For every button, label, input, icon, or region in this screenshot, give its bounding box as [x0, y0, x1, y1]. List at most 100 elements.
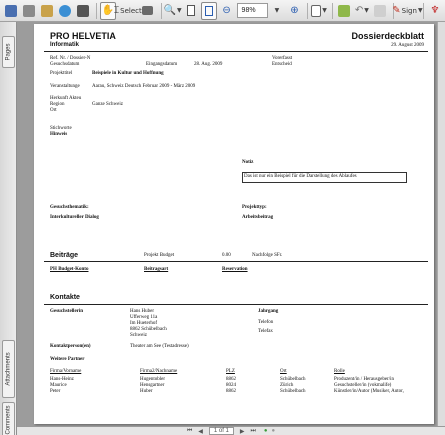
acrobat-button[interactable]: ♆: [427, 2, 443, 20]
magnifier-icon: 🔍: [163, 5, 176, 16]
hand-icon: ✋: [101, 5, 114, 16]
dept-name: Informatik: [50, 42, 80, 48]
chevron-down-icon: ▼: [274, 7, 280, 14]
snapshot-button[interactable]: [140, 2, 156, 20]
zoom-out-button[interactable]: ⊖: [219, 2, 235, 20]
comment-button[interactable]: [336, 2, 352, 20]
notiz-label: Notiz: [242, 160, 254, 165]
sign-label: Sign: [401, 6, 417, 15]
telefon-label: Telefon: [258, 320, 274, 325]
region-label: Region: [50, 102, 65, 107]
comment-icon: [337, 4, 350, 17]
cursor-icon: ⌶: [113, 5, 120, 16]
prev-page-icon[interactable]: ◀: [198, 428, 203, 435]
partner-cell: Künstler/in/Autor (Musiker, Autor,: [334, 389, 404, 394]
tab-pages[interactable]: Pages: [2, 36, 15, 68]
acrobat-icon: ♆: [430, 5, 440, 16]
partner-col-header: PLZ: [226, 369, 235, 374]
find-button[interactable]: [75, 2, 91, 20]
veranstaltunge-value: Aarau, Schweiz Deutsch Februar 2009 - Mä…: [92, 84, 196, 89]
forward-icon[interactable]: ●: [272, 428, 276, 434]
tab-attachments-label: Attachments: [5, 352, 12, 386]
gesuchsthematik-label: Gesuchsthematik:: [50, 205, 89, 210]
region-value: Ganze Schweiz: [92, 102, 123, 107]
tab-attachments[interactable]: Attachments: [2, 340, 15, 398]
projekttitel-label: Projekttitel: [50, 71, 73, 76]
save-button[interactable]: [3, 2, 19, 20]
email-icon: [41, 4, 53, 17]
undo-icon: ↶: [354, 5, 364, 16]
page-layout-icon: [311, 4, 322, 17]
select-tool-button[interactable]: ⌶ Select: [114, 2, 142, 20]
notiz-value: Das ist nur ein Beispiel für die Darstel…: [244, 174, 357, 179]
document-page: PRO HELVETIA Informatik Dossierdeckblatt…: [34, 24, 434, 424]
interkultureller-label: Interkultureller Dialog: [50, 215, 99, 220]
toolbar-separator: [423, 2, 425, 19]
partner-cell: 8862: [226, 389, 236, 394]
tab-comments-box[interactable]: Comments: [2, 402, 15, 435]
back-icon[interactable]: ●: [264, 428, 268, 434]
gesuchstellerin-line: 8862 Schübelbach: [130, 327, 167, 332]
ref-label: Ref. Nr. / Dossier-N: [50, 56, 91, 61]
next-page-icon[interactable]: ▶: [240, 428, 245, 435]
partner-cell: Schübelbach: [280, 389, 306, 394]
page-indicator[interactable]: 1 of 1: [208, 427, 234, 435]
undo-button[interactable]: ↶ ▼: [354, 2, 370, 20]
clipboard-button[interactable]: [372, 2, 388, 20]
chevron-down-icon: ▼: [322, 7, 327, 14]
email-button[interactable]: [39, 2, 55, 20]
save-icon: [5, 4, 17, 17]
zoom-in-button[interactable]: ⊕: [286, 2, 302, 20]
gesuchstellerin-line: Schweiz: [130, 333, 147, 338]
last-page-icon[interactable]: ⏭: [251, 428, 256, 435]
status-bar: ⏮ ◀ 1 of 1 ▶ ⏭ ● ●: [17, 426, 445, 435]
projekttitel-value: Beispiele in Kultur und Hoffnung: [92, 71, 164, 76]
hinweis-label: Hinweis: [50, 132, 68, 137]
fit-page-icon: [204, 5, 213, 16]
zoom-level-value: 98%: [241, 7, 256, 14]
veranstaltunge-label: Veranstaltunge: [50, 84, 80, 89]
ph-budget-header: PH Budget-Konto: [50, 267, 89, 272]
camera-icon: [142, 6, 154, 15]
document-date: 29. August 2009: [391, 43, 424, 48]
sign-button[interactable]: ✎ Sign ▼: [392, 2, 422, 20]
chevron-down-icon: ▼: [417, 7, 423, 14]
projekttyp-label: Projekttyp:: [242, 205, 267, 210]
partner-cell: Gesuchsteller/in (vokmalife): [334, 383, 392, 388]
gesuchsdatum-label: Gesuchsdatum: [50, 62, 80, 67]
zoom-dropdown[interactable]: ▼: [268, 2, 284, 20]
partner-cell: Produzent/in / Herausgeber/in: [334, 377, 394, 382]
beitragsart-header: Beitragsart: [144, 267, 169, 272]
partner-col-header: Ort: [280, 369, 287, 374]
actual-size-button[interactable]: [183, 2, 199, 20]
partner-col-header: Rolle: [334, 369, 345, 374]
partner-cell: Schübelbach: [280, 377, 306, 382]
vertical-scrollbar[interactable]: [437, 22, 445, 426]
upload-button[interactable]: [57, 2, 73, 20]
document-title: Dossierdeckblatt: [351, 31, 424, 41]
partner-cell: Hensgartner: [140, 383, 165, 388]
gesuchstellerin-line: Hans Huber: [130, 309, 155, 314]
page-display-button[interactable]: ▼: [311, 2, 327, 20]
fit-page-button[interactable]: [200, 1, 217, 20]
budget-value: 0.00: [222, 253, 231, 258]
zoom-level-field[interactable]: 98%: [236, 3, 269, 18]
page-icon: [186, 5, 195, 16]
select-label: Select: [120, 6, 142, 15]
entscheid-label: Entscheid: [272, 62, 292, 67]
navigation-pane: Pages Attachments Comments: [0, 22, 17, 435]
beitraege-rule: [44, 261, 428, 262]
eingangsdatum-value: 28. Aug. 2009: [194, 62, 223, 67]
partner-cell: Peter: [50, 389, 61, 394]
zoom-tool-button[interactable]: 🔍 ▼: [163, 2, 182, 20]
kontaktperson-value: Theater am See (Testadresse): [130, 344, 189, 349]
toolbar: ✋ ⌶ Select 🔍 ▼ ⊖ 98% ▼ ⊕ ▼ ↶ ▼ ✎ Sign ▼ ♆: [0, 0, 445, 22]
partner-cell: 8024: [226, 383, 236, 388]
vorerfasst-label: Vorerfasst: [272, 56, 293, 61]
header-rule: [44, 51, 428, 52]
first-page-icon[interactable]: ⏮: [187, 428, 192, 435]
eingangsdatum-label: Eingangsdatum: [146, 62, 178, 67]
projekt-budget-label: Projekt Budget: [144, 253, 175, 258]
gesuchstellerin-label: Gesuchstellerin: [50, 309, 84, 314]
print-button[interactable]: [21, 2, 37, 20]
